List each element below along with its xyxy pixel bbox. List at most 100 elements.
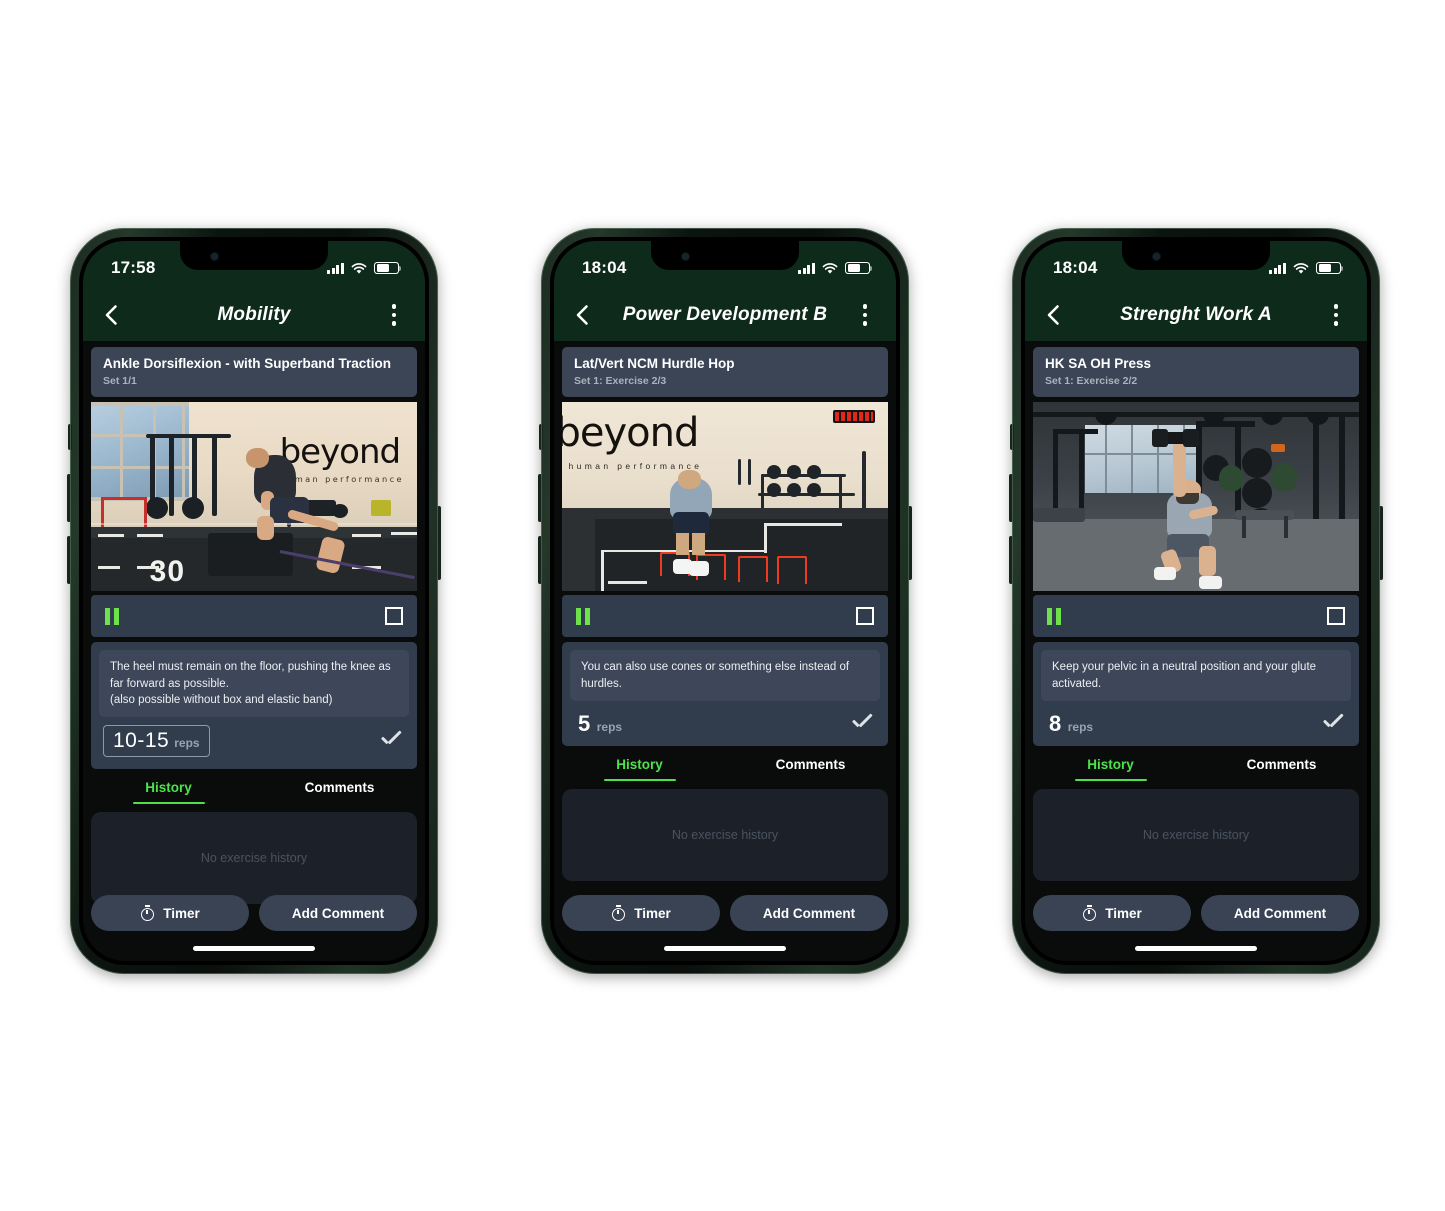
stopwatch-icon (140, 905, 155, 921)
timer-button-label: Timer (634, 905, 671, 921)
pause-icon[interactable] (576, 607, 590, 625)
phone-bezel-3: 18:04 Strenght Work A HK SA OH Press Set… (1021, 237, 1371, 965)
volume-up-button[interactable] (1009, 474, 1013, 522)
fullscreen-icon[interactable] (1327, 607, 1345, 626)
wifi-icon (351, 262, 367, 274)
fullscreen-icon[interactable] (385, 607, 403, 626)
phone-device-3: 18:04 Strenght Work A HK SA OH Press Set… (1009, 228, 1383, 974)
add-comment-button-label: Add Comment (291, 905, 385, 921)
more-vertical-icon[interactable] (1325, 302, 1347, 328)
power-button[interactable] (1379, 506, 1383, 580)
home-indicator[interactable] (664, 946, 786, 951)
checkmark-icon[interactable] (1321, 714, 1347, 734)
phone-screen-2: 18:04 Power Development B Lat/Vert NCM H… (554, 241, 896, 961)
page-title: Mobility (217, 304, 291, 325)
add-comment-button-label: Add Comment (1233, 905, 1327, 921)
stopwatch-icon (611, 905, 626, 921)
player-controls-2 (562, 595, 888, 638)
cellular-signal-icon (1269, 262, 1286, 274)
video-frame-2: beyond human performance (562, 402, 888, 592)
video-frame-1: beyond human performance 30 (91, 402, 417, 592)
wifi-icon (822, 262, 838, 274)
back-chevron-icon[interactable] (99, 302, 125, 328)
add-comment-button[interactable]: Add Comment (259, 895, 417, 931)
power-button[interactable] (437, 506, 441, 580)
pause-icon[interactable] (105, 607, 119, 625)
reps-input[interactable]: 10-15 reps (103, 725, 210, 758)
timer-button[interactable]: Timer (1033, 895, 1191, 931)
history-empty-panel: No exercise history (562, 789, 888, 882)
timer-button[interactable]: Timer (91, 895, 249, 931)
pause-icon[interactable] (1047, 607, 1061, 625)
add-comment-button[interactable]: Add Comment (730, 895, 888, 931)
exercise-name: Lat/Vert NCM Hurdle Hop (574, 356, 735, 371)
home-indicator[interactable] (193, 946, 315, 951)
back-chevron-icon[interactable] (570, 302, 596, 328)
tab-history-label: History (616, 757, 663, 773)
checkmark-icon[interactable] (850, 714, 876, 734)
page-title: Power Development B (622, 304, 828, 325)
reps-value: 8 (1049, 710, 1062, 736)
exercise-set-subtitle: Set 1: Exercise 2/2 (1045, 375, 1138, 388)
back-chevron-icon[interactable] (1041, 302, 1067, 328)
reps-unit: reps (174, 736, 200, 751)
screenshot-canvas: 17:58 Mobility Ankle Dorsiflexion - with… (0, 0, 1445, 1211)
mute-switch[interactable] (68, 424, 72, 450)
more-vertical-icon[interactable] (383, 302, 405, 328)
status-bar-1: 17:58 (83, 241, 425, 289)
exercise-set-subtitle: Set 1/1 (103, 375, 137, 388)
front-camera-icon (681, 252, 690, 261)
tab-history[interactable]: History (83, 779, 254, 804)
phone-screen-1: 17:58 Mobility Ankle Dorsiflexion - with… (83, 241, 425, 961)
reps-unit: reps (1067, 719, 1094, 734)
tab-history-label: History (1087, 757, 1134, 773)
home-indicator[interactable] (1135, 946, 1257, 951)
volume-up-button[interactable] (538, 474, 542, 522)
stopwatch-icon (1082, 905, 1097, 921)
front-camera-icon (1152, 252, 1161, 261)
history-empty-panel: No exercise history (91, 812, 417, 905)
timer-button[interactable]: Timer (562, 895, 720, 931)
exercise-note: You can also use cones or something else… (570, 650, 880, 701)
history-empty-text: No exercise history (671, 828, 779, 843)
volume-down-button[interactable] (1009, 536, 1013, 584)
checkmark-icon[interactable] (379, 731, 405, 751)
reps-row-3: 8 reps (1041, 701, 1351, 743)
history-empty-panel: No exercise history (1033, 789, 1359, 882)
mute-switch[interactable] (539, 424, 543, 450)
tab-comments[interactable]: Comments (725, 756, 896, 781)
tab-comments[interactable]: Comments (1196, 756, 1367, 781)
more-vertical-icon[interactable] (854, 302, 876, 328)
reps-input[interactable]: 8 reps (1045, 711, 1093, 737)
tab-history[interactable]: History (554, 756, 725, 781)
tab-comments-label: Comments (775, 757, 846, 773)
volume-down-button[interactable] (67, 536, 71, 584)
exercise-video-player-3[interactable] (1033, 402, 1359, 592)
nav-bar-2: Power Development B (554, 289, 896, 341)
nav-bar-3: Strenght Work A (1025, 289, 1367, 341)
detail-tabs-3: History Comments (1025, 756, 1367, 781)
cellular-signal-icon (798, 262, 815, 274)
power-button[interactable] (908, 506, 912, 580)
reps-input[interactable]: 5 reps (574, 711, 622, 737)
player-controls-3 (1033, 595, 1359, 638)
add-comment-button[interactable]: Add Comment (1201, 895, 1359, 931)
exercise-video-player-2[interactable]: beyond human performance (562, 402, 888, 592)
history-empty-text: No exercise history (200, 851, 308, 866)
battery-icon (845, 261, 873, 275)
exercise-video-player-1[interactable]: beyond human performance 30 (91, 402, 417, 592)
tab-history[interactable]: History (1025, 756, 1196, 781)
status-time: 18:04 (1053, 258, 1098, 277)
fullscreen-icon[interactable] (856, 607, 874, 626)
display-notch (651, 241, 799, 270)
reps-row-1: 10-15 reps (99, 717, 409, 761)
volume-up-button[interactable] (67, 474, 71, 522)
exercise-note: Keep your pelvic in a neutral position a… (1041, 650, 1351, 701)
tab-comments-label: Comments (1246, 757, 1317, 773)
tab-comments-label: Comments (304, 780, 375, 796)
bottom-actions-1: Timer Add Comment (91, 895, 417, 931)
mute-switch[interactable] (1010, 424, 1014, 450)
reps-row-2: 5 reps (570, 701, 880, 743)
tab-comments[interactable]: Comments (254, 779, 425, 804)
volume-down-button[interactable] (538, 536, 542, 584)
